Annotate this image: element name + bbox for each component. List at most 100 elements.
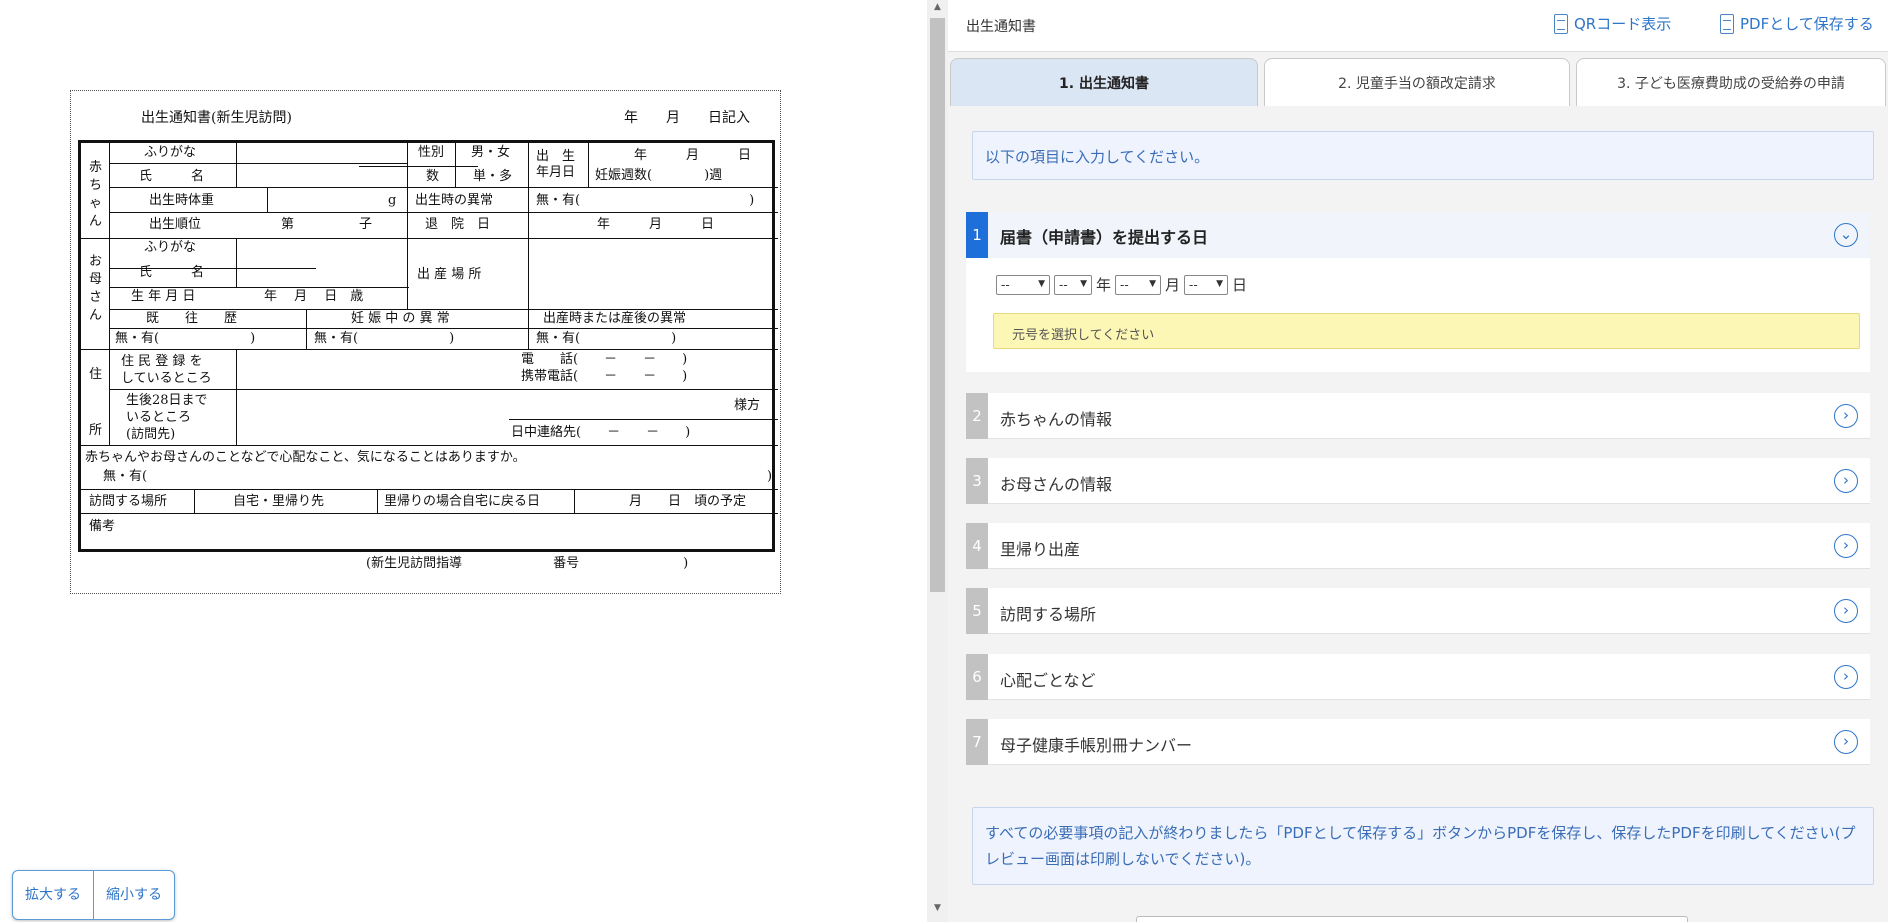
chevron-right-icon[interactable]: ›	[1834, 599, 1858, 623]
section-return-birth[interactable]: 4 里帰り出産 ›	[966, 523, 1870, 569]
weight-unit: g	[388, 193, 397, 208]
section-3-number: 3	[966, 458, 988, 504]
birth-abnormal-value: 無・有( )	[536, 193, 755, 208]
baby-name-label: 氏 名	[139, 169, 205, 184]
section-1-label: 届書（申請書）を提出する日	[1000, 228, 1209, 247]
birth-place-label: 出 産 場 所	[417, 267, 482, 282]
era-warning: 元号を選択してください	[993, 313, 1860, 349]
section-7-number: 7	[966, 719, 988, 765]
document-preview-pane: 出生通知書(新生児訪問) 年 月 日記入 赤 ち ゃ ん ふりがな 氏 名 性別…	[0, 0, 927, 922]
section-1-number: 1	[966, 212, 988, 258]
section-5-label: 訪問する場所	[1000, 605, 1097, 624]
year-unit: 年	[1096, 276, 1112, 294]
day-unit: 日	[1232, 276, 1248, 294]
section-concerns[interactable]: 6 心配ごとなど ›	[966, 654, 1870, 700]
history-label: 既 往 歴	[146, 311, 238, 326]
zoom-out-button[interactable]: 縮小する	[93, 871, 174, 919]
mother-name-label: 氏 名	[139, 265, 205, 280]
section-visit-place[interactable]: 5 訪問する場所 ›	[966, 588, 1870, 634]
qr-code-button[interactable]: QRコード表示	[1554, 13, 1671, 34]
section-submission-date: 1 届書（申請書）を提出する日 ⌄ -- -- 年 -- 月 -- 日 元号を選…	[966, 212, 1870, 372]
discharge-label: 退 院 日	[425, 217, 491, 232]
section-7-label: 母子健康手帳別冊ナンバー	[1000, 736, 1193, 755]
baby-group-label: 赤 ち ゃ ん	[89, 160, 103, 229]
history-value: 無・有( )	[115, 331, 256, 346]
section-baby-info[interactable]: 2 赤ちゃんの情報 ›	[966, 393, 1870, 439]
page-title: 出生通知書	[966, 19, 1036, 35]
tab-birth-notification[interactable]: 1. 出生通知書	[950, 58, 1258, 106]
section-1-header[interactable]: 1 届書（申請書）を提出する日 ⌄	[966, 212, 1870, 258]
zoom-controls: 拡大する 縮小する	[12, 870, 175, 920]
form-table: 赤 ち ゃ ん ふりがな 氏 名 性別 男・女 数 単・多 出 生 年月日 年 …	[78, 140, 778, 552]
birth-ymd: 年 月 日	[634, 148, 752, 163]
chevron-down-icon[interactable]: ⌄	[1834, 223, 1858, 247]
birth-date-label: 出 生 年月日	[536, 149, 576, 180]
save-pdf-label: PDFとして保存する	[1740, 15, 1874, 33]
pregnancy-value: 無・有( )	[314, 331, 455, 346]
preview-scrollbar[interactable]: ▲ ▼	[927, 0, 948, 922]
scroll-down-arrow-icon[interactable]: ▼	[927, 903, 948, 913]
submission-date-fields: -- -- 年 -- 月 -- 日	[996, 274, 1247, 295]
postpartum-abnormal-label: 出産時または産後の異常	[543, 311, 687, 326]
mother-furigana: ふりがな	[144, 240, 197, 255]
birth-abnormal-label: 出生時の異常	[415, 193, 494, 208]
scroll-up-arrow-icon[interactable]: ▲	[927, 2, 948, 12]
scrollbar-thumb[interactable]	[930, 18, 945, 592]
planned-date-label: 月 日 頃の予定	[629, 494, 747, 509]
qr-document-icon	[1554, 13, 1568, 34]
section-2-label: 赤ちゃんの情報	[1000, 410, 1113, 429]
pdf-document-icon	[1720, 13, 1734, 34]
worry-close: )	[767, 469, 773, 484]
mother-group-label: お 母 さ ん	[89, 254, 103, 323]
birth-count-label: 数	[426, 169, 440, 184]
chevron-right-icon[interactable]: ›	[1834, 534, 1858, 558]
chevron-right-icon[interactable]: ›	[1834, 404, 1858, 428]
registered-address-label: 住 民 登 録 を しているところ	[121, 354, 212, 386]
worry-question: 赤ちゃんやお母さんのことなどで心配なこと、気になることはありますか。	[85, 450, 526, 465]
phone-label: 電 話( － － )	[521, 352, 688, 367]
qr-code-label: QRコード表示	[1574, 15, 1672, 33]
section-3-label: お母さんの情報	[1000, 475, 1113, 494]
mother-age: 年 月 日 歳	[264, 289, 364, 304]
birth-order-label: 出生順位	[149, 217, 202, 232]
section-mother-info[interactable]: 3 お母さんの情報 ›	[966, 458, 1870, 504]
form-panel: 出生通知書 QRコード表示 PDFとして保存する 1. 出生通知書 2. 児童手…	[948, 0, 1888, 922]
day-select[interactable]: --	[1184, 274, 1229, 295]
baby-furigana: ふりがな	[144, 145, 197, 160]
pregnancy-abnormal-label: 妊 娠 中 の 異 常	[351, 311, 450, 326]
tab-child-allowance[interactable]: 2. 児童手当の額改定請求	[1264, 58, 1570, 106]
chevron-right-icon[interactable]: ›	[1834, 730, 1858, 754]
sama-label: 様方	[734, 398, 761, 413]
bottom-button-edge[interactable]	[1136, 916, 1688, 922]
birth-order-value: 第 子	[281, 217, 373, 232]
mobile-label: 携帯電話( － － )	[521, 369, 688, 384]
form-date-label: 年 月 日記入	[624, 110, 750, 126]
year-select[interactable]: --	[1054, 274, 1092, 295]
era-select[interactable]: --	[996, 274, 1050, 295]
chevron-right-icon[interactable]: ›	[1834, 469, 1858, 493]
stay-address-label: 生後28日まで いるところ (訪問先)	[126, 393, 208, 442]
day-contact-label: 日中連絡先( － － )	[511, 425, 691, 440]
section-4-label: 里帰り出産	[1000, 540, 1081, 559]
tab-medical-subsidy[interactable]: 3. 子ども医療費助成の受給券の申請	[1576, 58, 1886, 106]
header-bar: 出生通知書 QRコード表示 PDFとして保存する	[948, 0, 1888, 52]
month-select[interactable]: --	[1115, 274, 1162, 295]
form-footer: (新生児訪問指導 番号 )	[366, 556, 689, 571]
birth-weight-label: 出生時体重	[149, 193, 215, 208]
section-6-number: 6	[966, 654, 988, 700]
instruction-message: 以下の項目に入力してください。	[972, 131, 1874, 180]
postpartum-value: 無・有( )	[536, 331, 677, 346]
notes-label: 備考	[89, 519, 116, 534]
section-4-number: 4	[966, 523, 988, 569]
zoom-in-button[interactable]: 拡大する	[13, 871, 93, 919]
section-2-number: 2	[966, 393, 988, 439]
form-title: 出生通知書(新生児訪問)	[141, 110, 292, 126]
save-instruction-note: すべての必要事項の記入が終わりましたら「PDFとして保存する」ボタンからPDFを…	[972, 807, 1874, 885]
section-6-label: 心配ごとなど	[1000, 671, 1096, 690]
address-group-label: 住 所	[89, 367, 103, 438]
section-handbook-number[interactable]: 7 母子健康手帳別冊ナンバー ›	[966, 719, 1870, 765]
form-tabs: 1. 出生通知書 2. 児童手当の額改定請求 3. 子ども医療費助成の受給券の申…	[948, 58, 1888, 106]
chevron-right-icon[interactable]: ›	[1834, 665, 1858, 689]
save-pdf-button[interactable]: PDFとして保存する	[1720, 13, 1874, 34]
gestation-weeks: 妊娠週数( )週	[595, 168, 723, 183]
